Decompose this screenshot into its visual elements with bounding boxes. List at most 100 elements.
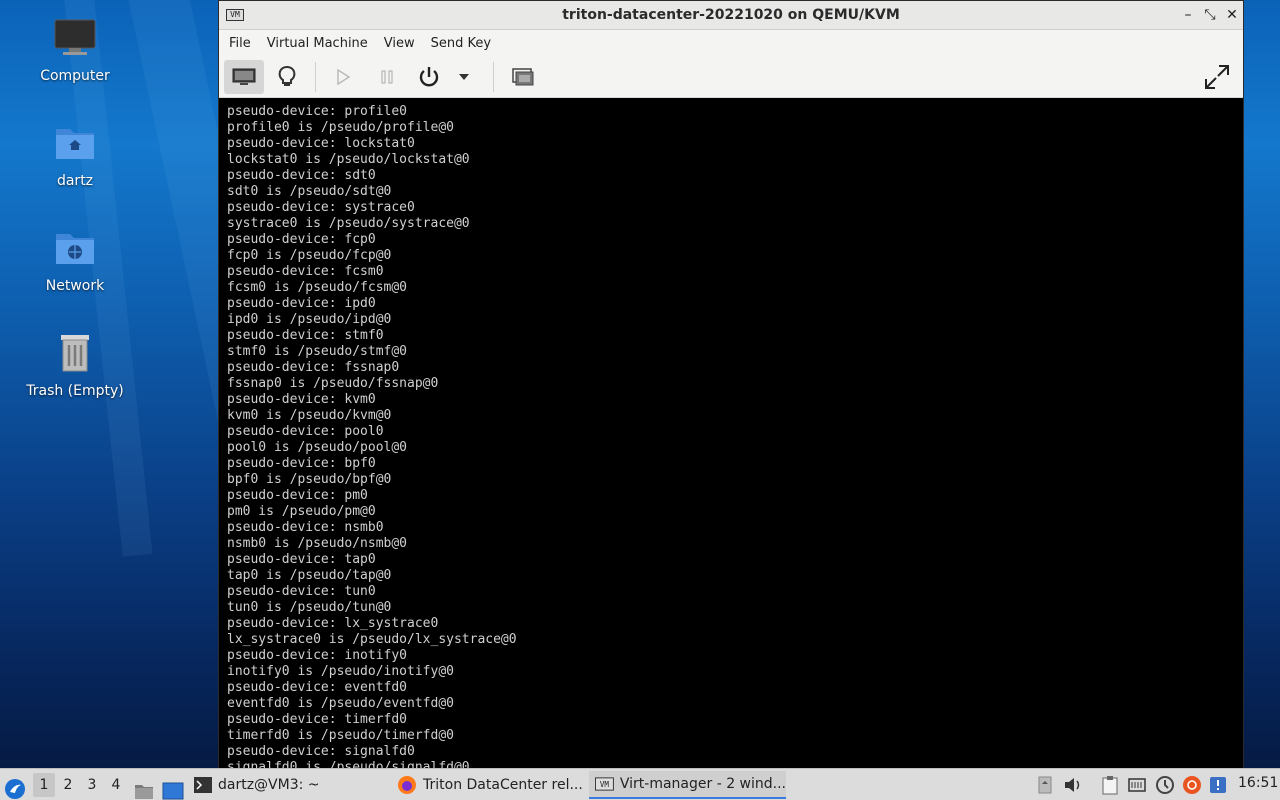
console-line: pseudo-device: fcp0: [227, 232, 376, 247]
desktop-icon-label: Network: [45, 278, 105, 294]
menu-file[interactable]: File: [229, 36, 251, 51]
network-icon[interactable]: [1127, 775, 1147, 795]
minimize-button[interactable]: –: [1179, 6, 1197, 24]
app-menu-button[interactable]: [4, 773, 26, 800]
console-line: pseudo-device: profile0: [227, 104, 408, 119]
folder-icon: [135, 784, 153, 799]
console-line: pseudo-device: lx_systrace0: [227, 616, 439, 631]
console-line: pseudo-device: pool0: [227, 424, 384, 439]
console-line: inotify0 is /pseudo/inotify@0: [227, 664, 454, 679]
console-line: pseudo-device: eventfd0: [227, 680, 408, 695]
desktop-icon-network[interactable]: Network: [15, 228, 135, 294]
workspace-2[interactable]: 2: [57, 773, 79, 797]
ubuntu-icon[interactable]: [1182, 775, 1202, 795]
maximize-button[interactable]: ⤡: [1201, 6, 1219, 24]
console-line: pseudo-device: tap0: [227, 552, 376, 567]
console-line: fcsm0 is /pseudo/fcsm@0: [227, 280, 408, 295]
details-view-button[interactable]: [267, 60, 307, 94]
volume-icon[interactable]: [1063, 775, 1083, 795]
console-line: pm0 is /pseudo/pm@0: [227, 504, 376, 519]
virt-manager-icon: VM: [595, 777, 614, 791]
console-line: ipd0 is /pseudo/ipd@0: [227, 312, 392, 327]
console-line: pseudo-device: systrace0: [227, 200, 415, 215]
console-line: tap0 is /pseudo/tap@0: [227, 568, 392, 583]
console-line: lx_systrace0 is /pseudo/lx_systrace@0: [227, 632, 517, 647]
task-label: Virt-manager - 2 wind...: [619, 776, 786, 792]
console-view-button[interactable]: [224, 60, 264, 94]
info-icon[interactable]: [1208, 775, 1228, 795]
console-line: signalfd0 is /pseudo/signalfd@0: [227, 760, 470, 768]
desktop-icon-home[interactable]: dartz: [15, 123, 135, 189]
pause-icon: [381, 70, 393, 84]
network-folder-icon: [15, 228, 135, 272]
clock[interactable]: 16:51: [1238, 775, 1278, 791]
svg-text:VM: VM: [600, 780, 610, 789]
vm-window: VM triton-datacenter-20221020 on QEMU/KV…: [218, 0, 1244, 768]
shutdown-button[interactable]: [409, 60, 449, 94]
console-line: lockstat0 is /pseudo/lockstat@0: [227, 152, 470, 167]
update-notifier-icon[interactable]: [1155, 775, 1175, 795]
console-output: pseudo-device: profile0 profile0 is /pseu…: [227, 104, 1243, 768]
play-icon: [337, 68, 351, 86]
console-line: systrace0 is /pseudo/systrace@0: [227, 216, 470, 231]
window-titlebar[interactable]: VM triton-datacenter-20221020 on QEMU/KV…: [219, 1, 1243, 30]
console-line: pseudo-device: lockstat0: [227, 136, 415, 151]
console-line: fcp0 is /pseudo/fcp@0: [227, 248, 392, 263]
desktop-icon-trash[interactable]: Trash (Empty): [15, 333, 135, 399]
run-button[interactable]: [323, 60, 363, 94]
desktop-icon-label: dartz: [56, 173, 94, 189]
close-button[interactable]: ✕: [1223, 6, 1241, 24]
task-terminal[interactable]: dartz@VM3: ~: [188, 771, 388, 799]
console-line: eventfd0 is /pseudo/eventfd@0: [227, 696, 454, 711]
menu-view[interactable]: View: [384, 36, 415, 51]
clipboard-icon[interactable]: [1100, 775, 1120, 795]
console-line: pseudo-device: fcsm0: [227, 264, 384, 279]
desktop-icon-computer[interactable]: Computer: [15, 18, 135, 84]
pause-button[interactable]: [367, 60, 407, 94]
trash-icon: [15, 333, 135, 377]
console-line: pseudo-device: tun0: [227, 584, 376, 599]
console-line: pseudo-device: pm0: [227, 488, 368, 503]
console-line: pseudo-device: ipd0: [227, 296, 376, 311]
home-folder-icon: [15, 123, 135, 167]
console-line: pseudo-device: bpf0: [227, 456, 376, 471]
task-firefox[interactable]: Triton DataCenter rel...: [391, 771, 586, 799]
lightbulb-icon: [278, 66, 296, 86]
toolbar-separator: [493, 62, 494, 92]
console-line: timerfd0 is /pseudo/timerfd@0: [227, 728, 454, 743]
monitor-icon: [232, 68, 256, 85]
desktop-icon-label: Trash (Empty): [26, 383, 124, 399]
menubar: File Virtual Machine View Send Key: [219, 30, 1243, 56]
workspace-4[interactable]: 4: [105, 773, 127, 797]
console-line: pool0 is /pseudo/pool@0: [227, 440, 408, 455]
toolbar: [219, 56, 1243, 98]
task-virt-manager[interactable]: VM Virt-manager - 2 wind...: [589, 771, 786, 799]
desktop-icon: [162, 782, 184, 799]
console-line: pseudo-device: nsmb0: [227, 520, 384, 535]
menu-send-key[interactable]: Send Key: [431, 36, 491, 51]
lubuntu-logo-icon: [5, 778, 25, 799]
window-title: triton-datacenter-20221020 on QEMU/KVM: [562, 7, 900, 23]
console-line: nsmb0 is /pseudo/nsmb@0: [227, 536, 408, 551]
toolbar-separator: [315, 62, 316, 92]
terminal-icon: [194, 777, 212, 793]
console-line: pseudo-device: signalfd0: [227, 744, 415, 759]
snapshots-button[interactable]: [503, 60, 543, 94]
console-line: stmf0 is /pseudo/stmf@0: [227, 344, 408, 359]
menu-virtual-machine[interactable]: Virtual Machine: [267, 36, 368, 51]
console-line: pseudo-device: stmf0: [227, 328, 384, 343]
vm-console[interactable]: pseudo-device: profile0 profile0 is /pseu…: [219, 98, 1243, 768]
task-label: dartz@VM3: ~: [218, 777, 320, 793]
workspace-1[interactable]: 1: [33, 773, 55, 797]
desktop-icon-label: Computer: [40, 68, 110, 84]
workspace-3[interactable]: 3: [81, 773, 103, 797]
file-manager-launcher[interactable]: [134, 775, 154, 800]
console-line: kvm0 is /pseudo/kvm@0: [227, 408, 392, 423]
show-desktop-button[interactable]: [162, 775, 184, 800]
tray-scroll-icon[interactable]: [1035, 775, 1055, 795]
firefox-icon: [398, 776, 416, 794]
fullscreen-button[interactable]: [1197, 60, 1237, 94]
shutdown-menu-button[interactable]: [449, 60, 479, 94]
console-line: tun0 is /pseudo/tun@0: [227, 600, 392, 615]
virt-manager-icon: VM: [226, 9, 244, 21]
